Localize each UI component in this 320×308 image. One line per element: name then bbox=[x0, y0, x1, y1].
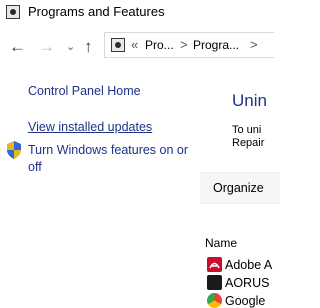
page-description: To uni Repair bbox=[232, 124, 264, 150]
control-panel-icon bbox=[6, 5, 20, 19]
view-installed-updates-link[interactable]: View installed updates bbox=[28, 120, 152, 134]
up-arrow-icon[interactable]: ↑ bbox=[84, 38, 93, 55]
page-title: Unin bbox=[232, 91, 267, 110]
breadcrumb-overflow[interactable]: « bbox=[131, 37, 138, 52]
breadcrumb-item-programs[interactable]: Pro... bbox=[145, 38, 174, 52]
breadcrumb-item-programs-features[interactable]: Progra... bbox=[193, 38, 239, 52]
control-panel-icon bbox=[111, 38, 125, 52]
address-bar[interactable]: « Pro... > Progra... > bbox=[104, 32, 274, 58]
column-header-name[interactable]: Name bbox=[205, 236, 237, 250]
chrome-icon bbox=[207, 293, 222, 308]
back-arrow-icon[interactable]: ← bbox=[9, 38, 26, 55]
window-title: Programs and Features bbox=[28, 4, 165, 19]
organize-button[interactable]: Organize bbox=[213, 181, 264, 195]
list-item[interactable]: AORUS bbox=[225, 276, 269, 290]
breadcrumb-separator[interactable]: > bbox=[180, 37, 188, 52]
title-bar: Programs and Features bbox=[0, 0, 265, 26]
list-toolbar: Organize bbox=[200, 172, 280, 204]
list-item[interactable]: Adobe A bbox=[225, 258, 272, 272]
adobe-acrobat-icon bbox=[207, 257, 222, 272]
breadcrumb-separator[interactable]: > bbox=[250, 37, 258, 52]
chevron-down-icon[interactable]: ⌄ bbox=[66, 40, 75, 53]
description-line: Repair bbox=[232, 137, 265, 149]
forward-arrow-icon[interactable]: → bbox=[38, 38, 55, 55]
turn-windows-features-link[interactable]: Turn Windows features on or off bbox=[28, 142, 198, 176]
list-item[interactable]: Google bbox=[225, 294, 265, 308]
aorus-icon bbox=[207, 275, 222, 290]
control-panel-home-link[interactable]: Control Panel Home bbox=[28, 84, 141, 98]
description-line: To uni bbox=[232, 124, 262, 136]
shield-icon bbox=[7, 141, 21, 159]
